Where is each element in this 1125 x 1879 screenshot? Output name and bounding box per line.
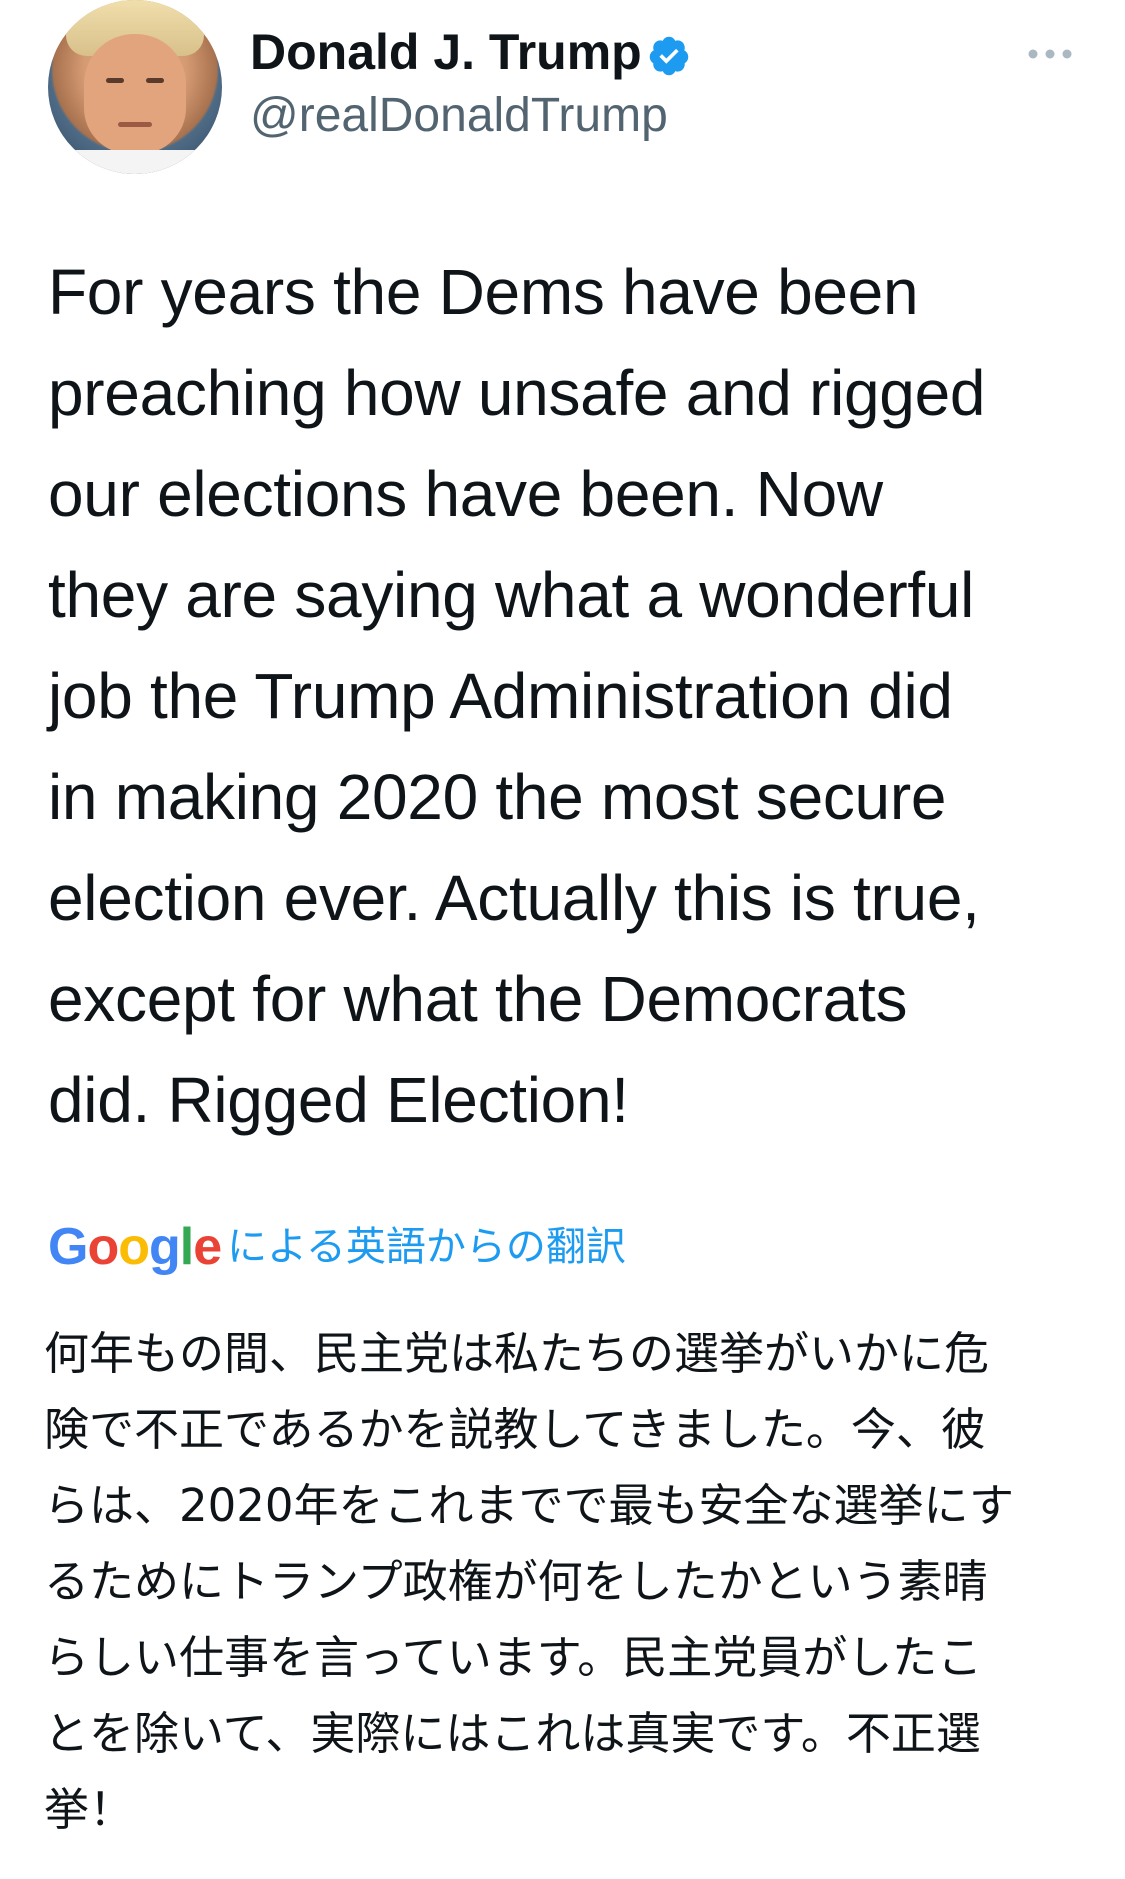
translation-attribution[interactable]: Google による英語からの翻訳 [48, 1215, 626, 1279]
avatar[interactable] [48, 0, 222, 174]
author-handle[interactable]: @realDonaldTrump [250, 86, 668, 146]
tweet-header: Donald J. Trump @realDonaldTrump [0, 0, 1125, 200]
google-logo-letter: l [179, 1218, 194, 1276]
google-logo: Google [48, 1215, 222, 1279]
more-options-icon[interactable] [1020, 34, 1080, 74]
avatar-shirt [48, 150, 222, 174]
google-logo-letter: o [87, 1218, 119, 1276]
avatar-eye [146, 78, 164, 83]
translated-tweet-text: 何年もの間、民主党は私たちの選挙がいかに危 険で不正であるかを説教してきました。… [44, 1327, 1014, 1836]
avatar-mouth [118, 122, 152, 127]
avatar-face [84, 34, 186, 154]
author-display-name[interactable]: Donald J. Trump [250, 22, 642, 82]
google-logo-letter: o [118, 1218, 150, 1276]
google-logo-letter: g [148, 1218, 181, 1276]
tweet-card: Donald J. Trump @realDonaldTrump For yea… [0, 0, 1125, 1879]
verified-badge-icon [649, 36, 689, 76]
google-logo-letter: G [48, 1218, 88, 1276]
google-logo-letter: e [193, 1218, 222, 1276]
avatar-eye [106, 78, 124, 83]
tweet-text: For years the Dems have been preaching h… [48, 256, 986, 1136]
translation-label: による英語からの翻訳 [227, 1224, 626, 1270]
